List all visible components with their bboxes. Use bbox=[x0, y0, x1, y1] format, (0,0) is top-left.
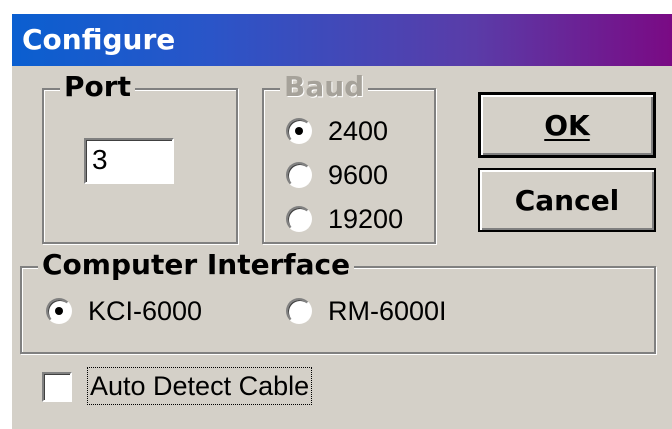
radio-button-icon bbox=[286, 162, 312, 188]
radio-selected-dot-icon bbox=[295, 127, 303, 135]
interface-option-label: RM-6000I bbox=[328, 295, 447, 326]
interface-radio-rm-6000i[interactable]: RM-6000I bbox=[286, 294, 447, 328]
port-legend: Port bbox=[60, 72, 135, 102]
title-bar[interactable]: Configure bbox=[12, 14, 672, 66]
radio-selected-dot-icon bbox=[55, 307, 63, 315]
baud-radio-2400[interactable]: 2400 bbox=[286, 114, 388, 148]
radio-button-icon bbox=[286, 206, 312, 232]
baud-option-label: 2400 bbox=[328, 115, 389, 146]
dialog-title: Configure bbox=[22, 23, 176, 56]
port-input[interactable]: 3 bbox=[84, 138, 174, 184]
interface-option-label: KCI-6000 bbox=[88, 295, 203, 326]
auto-detect-label[interactable]: Auto Detect Cable bbox=[86, 367, 313, 405]
baud-radio-9600[interactable]: 9600 bbox=[286, 158, 388, 192]
baud-option-label: 19200 bbox=[328, 203, 404, 234]
cancel-button[interactable]: Cancel bbox=[478, 168, 656, 232]
baud-option-label: 9600 bbox=[328, 159, 389, 190]
interface-radio-kci-6000[interactable]: KCI-6000 bbox=[46, 294, 202, 328]
radio-button-icon bbox=[286, 118, 312, 144]
radio-button-icon bbox=[286, 298, 312, 324]
baud-legend: Baud bbox=[280, 72, 369, 102]
radio-button-icon bbox=[46, 298, 72, 324]
ok-button[interactable]: OK bbox=[478, 92, 656, 158]
ok-button-label: OK bbox=[544, 108, 590, 142]
cancel-button-label: Cancel bbox=[514, 183, 620, 217]
auto-detect-checkbox[interactable] bbox=[42, 372, 72, 402]
computer-interface-legend: Computer Interface bbox=[38, 250, 355, 280]
baud-radio-19200[interactable]: 19200 bbox=[286, 202, 403, 236]
